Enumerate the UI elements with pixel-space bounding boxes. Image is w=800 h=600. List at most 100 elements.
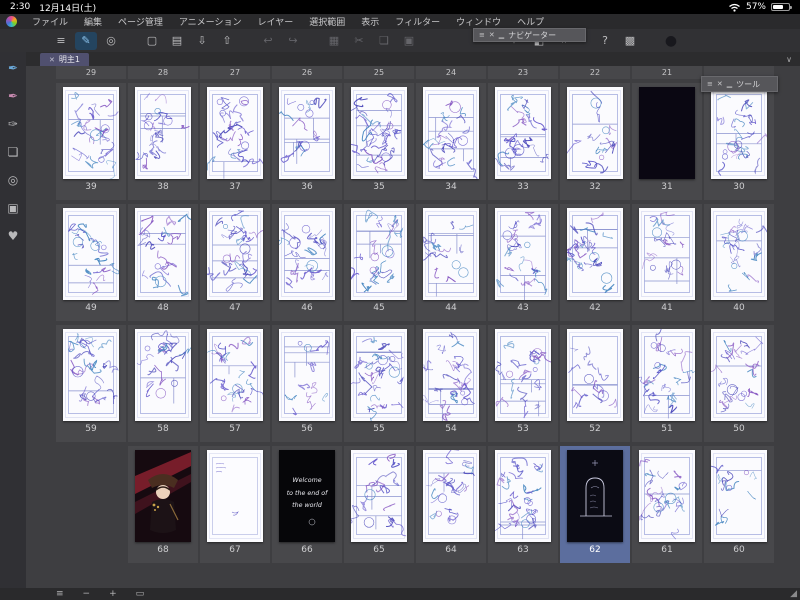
page-thumbnail-38[interactable]: 38 (128, 83, 198, 200)
page-thumbnail-55[interactable]: 55 (344, 325, 414, 442)
page-thumbnail-59[interactable]: 59 (56, 325, 126, 442)
menu-item-4[interactable]: レイヤー (250, 15, 302, 28)
wifi-icon (729, 3, 740, 12)
navigator-palette[interactable]: ≡ ✕ ▁ ナビゲーター (473, 28, 586, 42)
page-thumbnail-44[interactable]: 44 (416, 204, 486, 321)
page-thumbnail-45[interactable]: 45 (344, 204, 414, 321)
page-thumbnail-65[interactable]: 65 (344, 446, 414, 563)
page-thumbnail-58[interactable]: 58 (128, 325, 198, 442)
tool-palette[interactable]: ≡ ✕ ▁ ツール (701, 76, 778, 92)
page-thumb-image-50 (711, 329, 767, 421)
menu-item-1[interactable]: 編集 (76, 15, 110, 28)
page-thumbnail-63[interactable]: 63 (488, 446, 558, 563)
page-thumb-image-51 (639, 329, 695, 421)
pen-stand-blue-icon[interactable]: ✒ (3, 58, 23, 78)
zoom-out-icon[interactable]: − (83, 588, 91, 600)
page-thumbnail-35[interactable]: 35 (344, 83, 414, 200)
page-thumbnail-42[interactable]: 42 (560, 204, 630, 321)
page-number-33: 33 (517, 182, 529, 192)
page-thumbnail-41[interactable]: 41 (632, 204, 702, 321)
page-thumbnail-66[interactable]: Welcome to the end of the world 66 (272, 446, 342, 563)
zoom-in-icon[interactable]: + (109, 588, 117, 600)
page-thumbnail-60[interactable]: 60 (704, 446, 774, 563)
cut-icon[interactable]: ✂ (348, 32, 370, 50)
page-thumbnail-48[interactable]: 48 (128, 204, 198, 321)
page-thumb-image-53 (495, 329, 551, 421)
page-thumbnail-30[interactable]: 30 (704, 83, 774, 200)
page-thumbnail-32[interactable]: 32 (560, 83, 630, 200)
app-logo-icon[interactable] (6, 16, 17, 27)
main-menu-icon[interactable]: ≡ (50, 32, 72, 50)
undo-icon[interactable]: ↩ (257, 32, 279, 50)
menu-item-0[interactable]: ファイル (24, 15, 76, 28)
pen-stand-gray-icon[interactable]: ✑ (3, 114, 23, 134)
menu-item-5[interactable]: 選択範囲 (301, 15, 353, 28)
page-thumbnail-37[interactable]: 37 (200, 83, 270, 200)
page-thumbnail-56[interactable]: 56 (272, 325, 342, 442)
pen-stand-pink-icon[interactable]: ✒ (3, 86, 23, 106)
zoom-panel-icon[interactable]: ◎ (3, 170, 23, 190)
help-icon[interactable]: ? (594, 32, 616, 50)
object-tool-icon[interactable]: ◎ (100, 32, 122, 50)
menu-item-8[interactable]: ウィンドウ (448, 15, 509, 28)
page-thumb-image-66: Welcome to the end of the world (279, 450, 335, 542)
page-thumbnail-54[interactable]: 54 (416, 325, 486, 442)
page-thumbnail-36[interactable]: 36 (272, 83, 342, 200)
page-thumbnail-61[interactable]: 61 (632, 446, 702, 563)
tab-list-chevron-icon[interactable]: ∨ (786, 55, 792, 64)
menu-item-2[interactable]: ページ管理 (110, 15, 171, 28)
palette-close-icon[interactable]: ✕ (489, 31, 495, 39)
layers-panel-icon[interactable]: ❏ (3, 142, 23, 162)
palette-menu-icon[interactable]: ≡ (479, 31, 485, 39)
page-thumbnail-43[interactable]: 43 (488, 204, 558, 321)
page-thumbnail-68[interactable]: 68 (128, 446, 198, 563)
palette-menu-icon[interactable]: ≡ (707, 80, 713, 88)
pen-tool-icon[interactable]: ✎ (75, 31, 97, 50)
grid-view-icon[interactable]: ▩ (619, 32, 641, 50)
palette-minimize-icon[interactable]: ▁ (727, 80, 732, 88)
page-thumbnail-50[interactable]: 50 (704, 325, 774, 442)
page-thumbnail-67[interactable]: 67 (200, 446, 270, 563)
menu-item-3[interactable]: アニメーション (171, 15, 250, 28)
page-thumbnail-57[interactable]: 57 (200, 325, 270, 442)
menu-item-9[interactable]: ヘルプ (509, 15, 552, 28)
page-thumbnail-40[interactable]: 40 (704, 204, 774, 321)
export-icon[interactable]: ⇧ (216, 32, 238, 50)
page-number-32: 32 (589, 182, 601, 192)
page-thumbnail-47[interactable]: 47 (200, 204, 270, 321)
favorites-panel-icon[interactable]: ♥ (3, 226, 23, 246)
page-number-60: 60 (733, 545, 745, 555)
page-thumb-image-39 (63, 87, 119, 179)
close-tab-icon[interactable]: ✕ (49, 56, 55, 64)
page-thumbnail-53[interactable]: 53 (488, 325, 558, 442)
redo-icon[interactable]: ↪ (282, 32, 304, 50)
page-thumbnail-49[interactable]: 49 (56, 204, 126, 321)
import-icon[interactable]: ⇩ (191, 32, 213, 50)
main-color-icon[interactable]: ● (660, 32, 682, 50)
fit-view-icon[interactable]: ▭ (136, 588, 145, 600)
page-thumbnail-34[interactable]: 34 (416, 83, 486, 200)
palette-minimize-icon[interactable]: ▁ (499, 31, 504, 39)
page-thumbnail-39[interactable]: 39 (56, 83, 126, 200)
page-number-41: 41 (661, 303, 673, 313)
thumbnail-menu-icon[interactable]: ≡ (56, 588, 64, 600)
paste-icon[interactable]: ▣ (398, 32, 420, 50)
menu-item-7[interactable]: フィルター (387, 15, 448, 28)
palette-close-icon[interactable]: ✕ (717, 80, 723, 88)
page-thumbnail-33[interactable]: 33 (488, 83, 558, 200)
copy-icon[interactable]: ❏ (373, 32, 395, 50)
new-page-icon[interactable]: ▢ (141, 32, 163, 50)
open-folder-icon[interactable]: ▤ (166, 32, 188, 50)
page-thumbnail-51[interactable]: 51 (632, 325, 702, 442)
menu-item-6[interactable]: 表示 (353, 15, 387, 28)
rect-select-icon[interactable]: ▦ (323, 32, 345, 50)
materials-panel-icon[interactable]: ▣ (3, 198, 23, 218)
toolbar: ≡✎◎▢▤⇩⇧↩↪▦✂❏▣✦◧⌗?▩● (0, 29, 800, 52)
page-thumbnail-46[interactable]: 46 (272, 204, 342, 321)
page-thumbnail-64[interactable]: 64 (416, 446, 486, 563)
document-tab[interactable]: ✕ 明主1 (40, 53, 89, 66)
page-thumbnail-52[interactable]: 52 (560, 325, 630, 442)
page-thumbnail-62[interactable]: 62 (560, 446, 630, 563)
page-thumbnail-31[interactable]: 31 (632, 83, 702, 200)
resize-grip-icon[interactable]: ◢ (790, 588, 797, 600)
